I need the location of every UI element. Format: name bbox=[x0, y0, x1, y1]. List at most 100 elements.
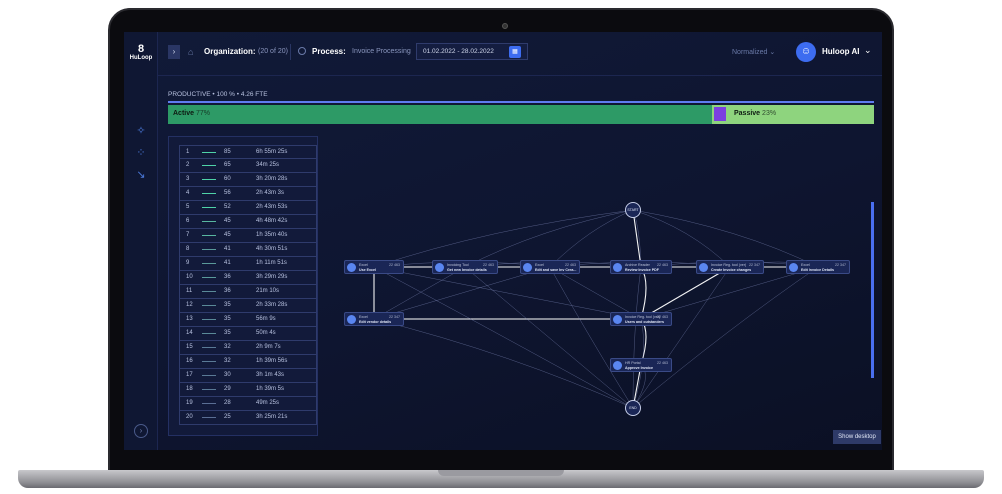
process-node[interactable]: Excel Edit and save Inv Crea... 22 463 bbox=[520, 260, 580, 274]
variant-index: 14 bbox=[186, 330, 193, 336]
table-row[interactable]: 12 35 2h 33m 28s bbox=[179, 299, 317, 313]
variant-index: 7 bbox=[186, 232, 190, 238]
table-row[interactable]: 1 85 6h 55m 25s bbox=[179, 145, 317, 159]
start-node[interactable]: START bbox=[625, 202, 641, 218]
user-menu-chevron-icon[interactable]: ⌄ bbox=[864, 45, 872, 56]
process-node[interactable]: Invoicing Tool Get new Invoice details 22 … bbox=[432, 260, 498, 274]
variant-index: 12 bbox=[186, 302, 193, 308]
active-segment[interactable]: Active 77% bbox=[168, 105, 712, 124]
process-node[interactable]: HR Portal Approve Invoice 22 463 bbox=[610, 358, 672, 372]
process-node[interactable]: Invoice Reg. tool (ver) Create Invoice ch… bbox=[696, 260, 764, 274]
table-row[interactable]: 9 41 1h 11m 51s bbox=[179, 257, 317, 271]
logo-mark: 8 bbox=[137, 43, 145, 55]
variant-count: 41 bbox=[224, 246, 231, 252]
variant-index: 5 bbox=[186, 204, 190, 210]
variant-index: 18 bbox=[186, 386, 193, 392]
end-node[interactable]: END bbox=[625, 400, 641, 416]
chevron-down-icon: ⌄ bbox=[769, 49, 776, 56]
variant-count: 36 bbox=[224, 288, 231, 294]
node-count: 22 463 bbox=[657, 315, 668, 319]
variant-index: 16 bbox=[186, 358, 193, 364]
top-bar: › ⌂ Organization: (20 of 20) Process: In… bbox=[158, 32, 882, 76]
table-row[interactable]: 20 25 3h 25m 21s bbox=[179, 411, 317, 425]
table-row[interactable]: 19 28 49m 25s bbox=[179, 397, 317, 411]
table-row[interactable]: 2 65 34m 25s bbox=[179, 159, 317, 173]
variant-index: 11 bbox=[186, 288, 193, 294]
variant-duration: 3h 29m 29s bbox=[256, 274, 288, 280]
sidebar: 8 HuLoop ✧ ⁘ ↘ › bbox=[124, 32, 158, 450]
app-icon bbox=[613, 361, 622, 370]
camera-icon bbox=[502, 23, 508, 29]
node-app: Archive Reader bbox=[625, 263, 650, 267]
table-row[interactable]: 8 41 4h 30m 51s bbox=[179, 243, 317, 257]
variant-bar bbox=[202, 417, 216, 418]
productive-summary: PRODUCTIVE • 100 % • 4.26 FTE bbox=[168, 91, 268, 98]
variant-duration: 3h 1m 43s bbox=[256, 372, 285, 378]
passive-segment[interactable]: Passive 23% bbox=[712, 105, 874, 124]
calendar-icon[interactable]: ▦ bbox=[509, 46, 521, 58]
show-desktop-button[interactable]: Show desktop bbox=[833, 430, 881, 444]
table-row[interactable]: 15 32 2h 9m 7s bbox=[179, 341, 317, 355]
variant-count: 35 bbox=[224, 330, 231, 336]
table-row[interactable]: 4 56 2h 43m 3s bbox=[179, 187, 317, 201]
variant-bar bbox=[202, 403, 216, 404]
app-icon bbox=[435, 263, 444, 272]
node-activity: Edit and save Inv Crea... bbox=[535, 268, 577, 272]
table-row[interactable]: 11 36 21m 10s bbox=[179, 285, 317, 299]
process-node[interactable]: Archive Reader Review Invoice PDF 22 463 bbox=[610, 260, 672, 274]
variant-count: 32 bbox=[224, 358, 231, 364]
table-row[interactable]: 3 60 3h 20m 28s bbox=[179, 173, 317, 187]
variant-index: 8 bbox=[186, 246, 190, 252]
variant-index: 9 bbox=[186, 260, 190, 266]
organization-selector[interactable]: (20 of 20) bbox=[258, 48, 288, 55]
table-row[interactable]: 5 52 2h 43m 53s bbox=[179, 201, 317, 215]
table-row[interactable]: 6 45 4h 48m 42s bbox=[179, 215, 317, 229]
graph-scrollbar[interactable] bbox=[871, 202, 874, 378]
active-percent: 77% bbox=[195, 110, 210, 117]
end-edge bbox=[632, 266, 819, 409]
user-avatar-icon[interactable]: ☺ bbox=[796, 42, 816, 62]
normalization-select[interactable]: Normalized ⌄ bbox=[732, 48, 775, 56]
variant-bar bbox=[202, 193, 216, 194]
node-app: Invoicing Tool bbox=[447, 263, 469, 267]
table-row[interactable]: 10 36 3h 29m 29s bbox=[179, 271, 317, 285]
table-row[interactable]: 18 29 1h 39m 5s bbox=[179, 383, 317, 397]
expand-sidebar-icon[interactable]: › bbox=[134, 424, 148, 438]
table-row[interactable]: 7 45 1h 35m 40s bbox=[179, 229, 317, 243]
app-icon bbox=[347, 315, 356, 324]
end-edge bbox=[549, 266, 634, 409]
table-row[interactable]: 13 35 56m 9s bbox=[179, 313, 317, 327]
process-selector[interactable]: Invoice Processing bbox=[352, 48, 411, 55]
variant-count: 25 bbox=[224, 414, 231, 420]
app-logo[interactable]: 8 HuLoop bbox=[128, 43, 154, 62]
productive-line bbox=[168, 101, 874, 103]
process-node[interactable]: Excel Use Excel 22 463 bbox=[344, 260, 404, 274]
variant-count: 45 bbox=[224, 218, 231, 224]
start-edge bbox=[632, 209, 819, 268]
process-flow-icon[interactable]: ↘ bbox=[134, 168, 148, 182]
table-row[interactable]: 14 35 50m 4s bbox=[179, 327, 317, 341]
process-node[interactable]: Excel Edit vendor details 22 347 bbox=[344, 312, 404, 326]
variant-bar bbox=[202, 249, 216, 250]
divider bbox=[290, 44, 291, 60]
variant-duration: 2h 43m 3s bbox=[256, 190, 285, 196]
variant-duration: 1h 11m 51s bbox=[256, 260, 287, 266]
variant-bar bbox=[202, 347, 216, 348]
table-row[interactable]: 17 30 3h 1m 43s bbox=[179, 369, 317, 383]
variant-bar bbox=[202, 277, 216, 278]
variant-bar bbox=[202, 263, 216, 264]
insights-icon[interactable]: ✧ bbox=[134, 124, 148, 138]
table-row[interactable]: 16 32 1h 39m 56s bbox=[179, 355, 317, 369]
variant-bar bbox=[202, 361, 216, 362]
start-edge bbox=[632, 209, 731, 268]
scatter-icon[interactable]: ⁘ bbox=[134, 146, 148, 160]
collapse-button[interactable]: › bbox=[168, 45, 180, 59]
node-activity: Use Excel bbox=[359, 268, 376, 272]
node-count: 22 347 bbox=[749, 263, 760, 267]
user-name[interactable]: Huloop AI bbox=[822, 47, 859, 56]
process-node[interactable]: Invoice Reg. tool (ver) Users and outstan… bbox=[610, 312, 672, 326]
variant-index: 17 bbox=[186, 372, 193, 378]
variant-index: 15 bbox=[186, 344, 193, 350]
process-node[interactable]: Excel Edit Invoice Details 22 347 bbox=[786, 260, 850, 274]
date-range-input[interactable]: 01.02.2022 - 28.02.2022 ▦ bbox=[416, 43, 528, 60]
